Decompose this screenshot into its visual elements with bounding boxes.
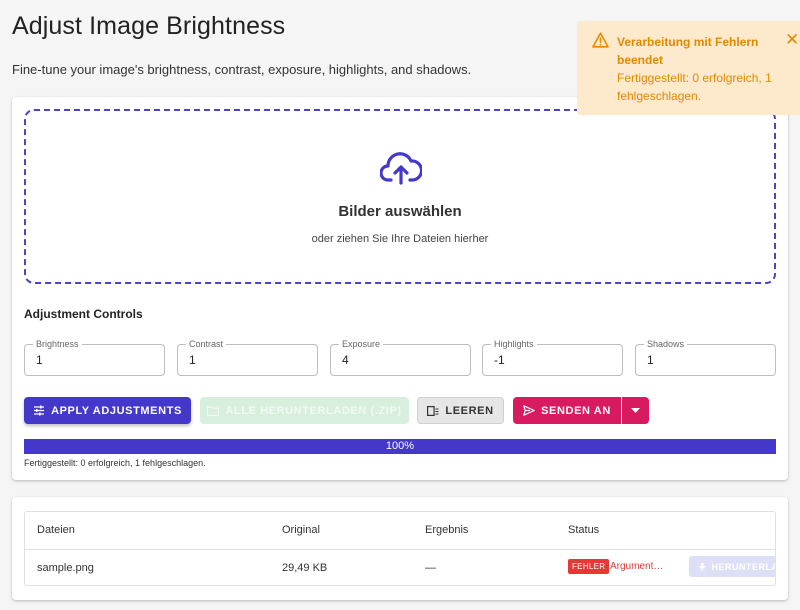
close-icon[interactable]: ✕ [785,31,799,48]
progress-status: Fertiggestellt: 0 erfolgreich, 1 fehlges… [24,458,206,468]
dropzone-title: Bilder auswählen [338,203,462,220]
header-result: Ergebnis [425,524,469,536]
download-all-zip-label: ALLE HERUNTERLADEN (.ZIP) [225,404,402,417]
results-card: Dateien Original Ergebnis Status sample.… [12,497,788,600]
progress-percent: 100% [385,440,415,452]
shadows-field[interactable]: Shadows 1 [635,338,776,376]
header-status: Status [568,524,600,536]
exposure-label: Exposure [339,338,384,350]
contrast-field[interactable]: Contrast 1 [177,338,318,376]
highlights-value[interactable]: -1 [494,353,505,367]
page-title: Adjust Image Brightness [12,12,286,40]
adjustment-controls-label: Adjustment Controls [24,307,143,321]
row-download-label: HERUNTERLADEN [711,561,776,572]
shadows-label: Shadows [644,338,688,350]
header-original: Original [282,524,320,536]
file-dropzone[interactable]: Bilder auswählen oder ziehen Sie Ihre Da… [24,109,776,284]
folder-icon [207,405,220,416]
row-result: — [425,562,436,574]
apply-adjustments-button[interactable]: APPLY ADJUSTMENTS [24,397,191,424]
send-to-button[interactable]: SENDEN AN [513,397,621,424]
toast-message: Fertiggestellt: 0 erfolgreich, 1 fehlges… [617,71,772,103]
error-toast: Verarbeitung mit Fehlern beendet Fertigg… [577,21,800,115]
contrast-label: Contrast [186,338,227,350]
send-icon [523,405,535,416]
adjust-card: Bilder auswählen oder ziehen Sie Ihre Da… [12,97,788,480]
shadows-value[interactable]: 1 [647,353,654,367]
warning-icon [592,32,609,48]
brightness-label: Brightness [33,338,82,350]
progress-bar: 100% [24,439,776,454]
brightness-field[interactable]: Brightness 1 [24,338,165,376]
send-to-label: SENDEN AN [541,404,611,417]
toast-title: Verarbeitung mit Fehlern beendet [617,35,759,67]
page-subtitle: Fine-tune your image's brightness, contr… [12,62,472,77]
row-file-name: sample.png [37,562,94,574]
download-all-zip-button[interactable]: ALLE HERUNTERLADEN (.ZIP) [200,397,409,424]
brightness-value[interactable]: 1 [36,353,43,367]
contrast-value[interactable]: 1 [189,353,196,367]
clear-list-icon [427,405,439,416]
row-original-size: 29,49 KB [282,562,328,574]
highlights-label: Highlights [491,338,537,350]
error-message: Argument… [610,561,664,572]
caret-down-icon [631,408,640,413]
send-to-dropdown-button[interactable] [622,397,649,424]
download-icon [699,562,706,570]
clear-button[interactable]: LEEREN [417,397,504,424]
highlights-field[interactable]: Highlights -1 [482,338,623,376]
dropzone-subtitle: oder ziehen Sie Ihre Dateien hierher [311,233,489,245]
table-divider [25,549,775,550]
exposure-field[interactable]: Exposure 4 [330,338,471,376]
header-files: Dateien [37,524,75,536]
row-download-button[interactable]: HERUNTERLADEN [689,556,776,577]
results-table: Dateien Original Ergebnis Status sample.… [24,511,776,586]
apply-adjustments-label: APPLY ADJUSTMENTS [51,404,182,417]
exposure-value[interactable]: 4 [342,353,349,367]
tune-icon [34,405,45,416]
error-badge: FEHLER [568,559,610,574]
cloud-upload-icon [380,152,422,185]
clear-label: LEEREN [445,404,494,417]
